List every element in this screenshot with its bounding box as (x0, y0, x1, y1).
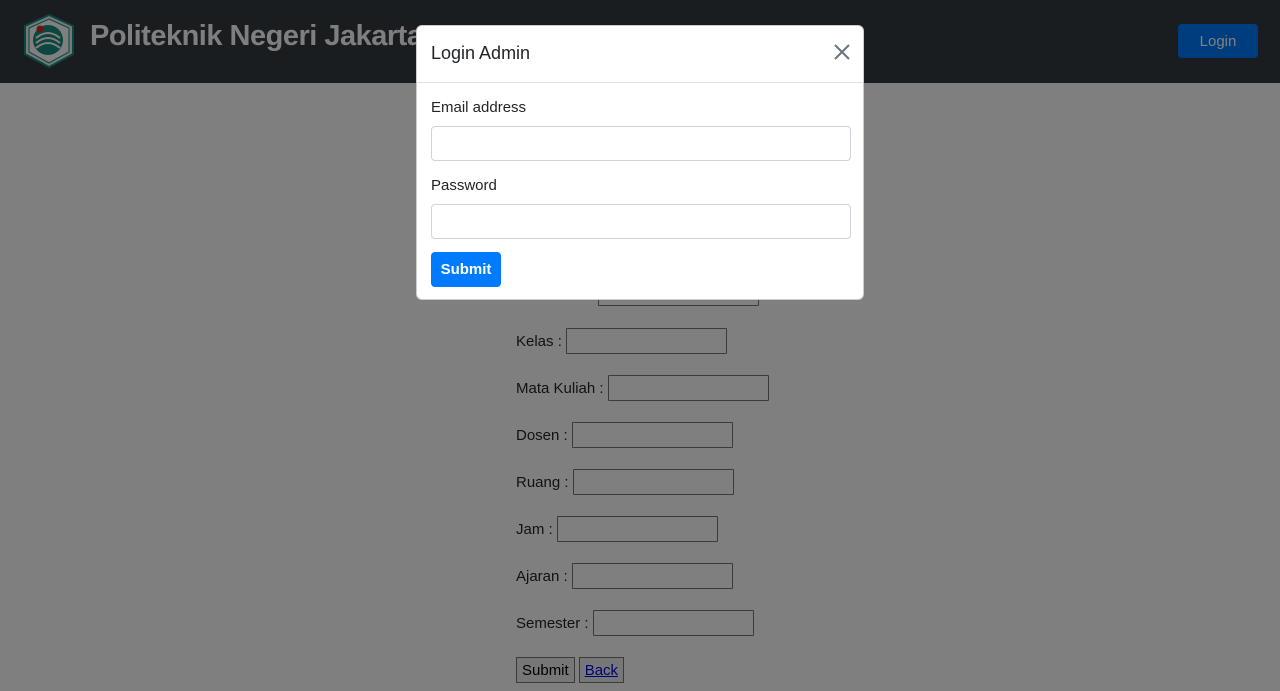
email-field[interactable] (431, 126, 851, 161)
close-button[interactable] (831, 41, 853, 63)
modal-title: Login Admin (431, 43, 531, 63)
email-label: Email address (431, 99, 527, 116)
modal-header: Login Admin (417, 26, 863, 83)
password-label: Password (431, 177, 497, 194)
login-admin-modal: Login Admin Email address Password Submi… (416, 25, 864, 300)
password-field[interactable] (431, 204, 851, 239)
modal-submit-button[interactable]: Submit (431, 252, 501, 287)
close-icon (834, 44, 850, 60)
